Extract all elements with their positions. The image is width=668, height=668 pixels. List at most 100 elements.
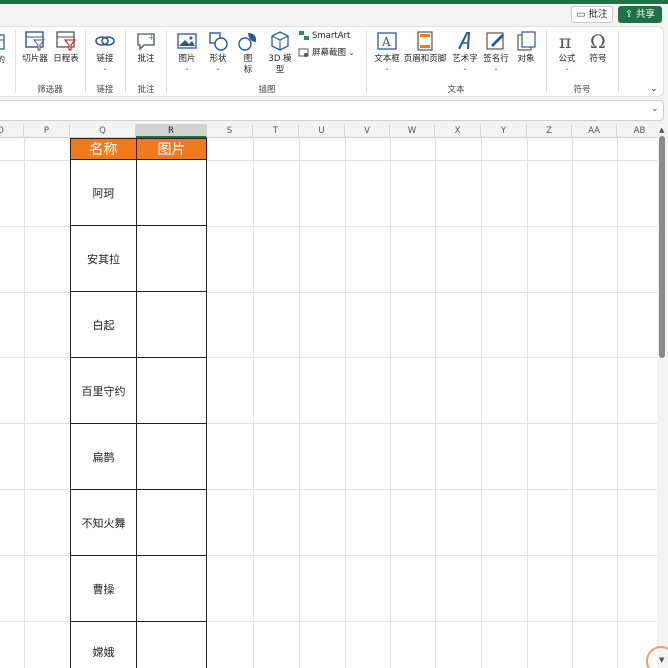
gridline bbox=[253, 138, 254, 668]
title-accent-bar bbox=[0, 0, 668, 4]
chevron-down-icon: ⌄ bbox=[564, 65, 570, 72]
worksheet-grid[interactable]: O P Q R S T U V W X Y Z AA AB 名称 图片 阿珂 安… bbox=[0, 124, 657, 668]
scrollbar-thumb[interactable] bbox=[659, 136, 665, 358]
partial-left-button[interactable]: 的 bbox=[0, 32, 6, 66]
ribbon-separator bbox=[85, 30, 86, 93]
smartart-label: SmartArt bbox=[312, 31, 351, 41]
excel-window: ▭ 批注 ⇪ 共享 的 切片器 日程表 筛选器 链接 ⌄ 链接 + 批注 批注 … bbox=[0, 0, 668, 668]
table-row-picture-cell[interactable] bbox=[136, 357, 207, 424]
timeline-icon bbox=[56, 31, 77, 51]
slicer-label: 切片器 bbox=[22, 54, 48, 64]
svg-text:A: A bbox=[381, 35, 391, 49]
slicer-icon bbox=[25, 31, 46, 51]
group-label-symbols: 符号 bbox=[573, 85, 591, 95]
comment-icon: ▭ bbox=[576, 9, 586, 20]
expand-formula-bar-icon[interactable]: ⌄ bbox=[651, 104, 659, 114]
smartart-button[interactable]: SmartArt bbox=[298, 30, 350, 42]
table-header-picture[interactable]: 图片 bbox=[136, 138, 207, 160]
table-row-name-cell[interactable]: 白起 bbox=[70, 291, 137, 358]
column-header[interactable]: AA bbox=[572, 124, 617, 138]
timeline-button[interactable]: 日程表 bbox=[51, 30, 81, 65]
column-header[interactable]: Y bbox=[481, 124, 527, 138]
comments-button-label: 批注 bbox=[588, 9, 608, 20]
wordart-label: 艺术字 bbox=[452, 54, 478, 64]
shapes-button[interactable]: 形状 ⌄ bbox=[204, 30, 232, 73]
screenshot-button[interactable]: 屏幕截图 ⌄ bbox=[298, 47, 355, 59]
icons-icon bbox=[238, 33, 257, 51]
signature-line-button[interactable]: 签名行 ⌄ bbox=[482, 30, 510, 73]
gridline bbox=[617, 138, 618, 668]
share-button[interactable]: ⇪ 共享 bbox=[618, 6, 662, 23]
shapes-icon bbox=[209, 32, 228, 51]
table-row-picture-cell[interactable] bbox=[136, 225, 207, 292]
picture-button[interactable]: 图片 ⌄ bbox=[174, 30, 200, 73]
icons-label-2: 标 bbox=[243, 65, 253, 75]
column-header[interactable]: O bbox=[0, 124, 24, 138]
table-row-name-cell[interactable]: 曹操 bbox=[70, 555, 137, 622]
column-header[interactable]: S bbox=[207, 124, 253, 138]
group-label-text: 文本 bbox=[447, 85, 465, 95]
link-button[interactable]: 链接 ⌄ bbox=[91, 30, 119, 73]
ribbon-separator bbox=[166, 30, 167, 93]
svg-text:Ω: Ω bbox=[590, 31, 606, 52]
table-row-picture-cell[interactable] bbox=[136, 423, 207, 490]
ribbon-separator bbox=[15, 30, 16, 93]
share-icon: ⇪ bbox=[624, 9, 633, 20]
table-row-name-cell[interactable]: 扁鹊 bbox=[70, 423, 137, 490]
column-header[interactable]: AB bbox=[617, 124, 657, 138]
gridline bbox=[299, 138, 300, 668]
vertical-scrollbar[interactable]: ▲ ▼ bbox=[657, 124, 668, 668]
ribbon-collapse-icon[interactable]: ⌄ bbox=[650, 84, 658, 95]
chevron-down-icon: ⌄ bbox=[184, 65, 190, 72]
icons-button[interactable]: 图 标 bbox=[237, 30, 259, 76]
3d-models-button[interactable]: 3D 模 型 bbox=[265, 30, 295, 76]
slicer-button[interactable]: 切片器 bbox=[20, 30, 50, 65]
table-row-name-cell[interactable]: 不知火舞 bbox=[70, 489, 137, 556]
header-footer-button[interactable]: 页眉和页脚 bbox=[403, 30, 447, 65]
column-header[interactable]: X bbox=[435, 124, 481, 138]
group-label-comments: 批注 bbox=[137, 85, 155, 95]
omega-icon: Ω bbox=[590, 31, 606, 52]
table-row-name-cell[interactable]: 嫦娥 bbox=[70, 621, 137, 668]
column-header[interactable]: Z bbox=[527, 124, 572, 138]
column-header-selected[interactable]: R bbox=[136, 124, 207, 138]
3d-models-label-1: 3D 模 bbox=[268, 54, 292, 64]
symbol-button[interactable]: Ω 符号 bbox=[585, 30, 611, 65]
textbox-button[interactable]: A 文本框 ⌄ bbox=[372, 30, 402, 73]
table-row-name-cell[interactable]: 阿珂 bbox=[70, 159, 137, 226]
wordart-icon bbox=[458, 32, 471, 50]
wordart-button[interactable]: 艺术字 ⌄ bbox=[450, 30, 480, 73]
table-row-picture-cell[interactable] bbox=[136, 621, 207, 668]
svg-text:+: + bbox=[148, 33, 155, 42]
table-row-picture-cell[interactable] bbox=[136, 159, 207, 226]
chevron-down-icon: ⌄ bbox=[493, 65, 499, 72]
chevron-down-icon: ⌄ bbox=[215, 65, 221, 72]
signature-icon bbox=[486, 32, 504, 50]
table-row-picture-cell[interactable] bbox=[136, 291, 207, 358]
comments-button[interactable]: ▭ 批注 bbox=[571, 6, 613, 23]
scroll-up-icon[interactable]: ▲ bbox=[659, 126, 664, 134]
insert-comment-button[interactable]: + 批注 bbox=[132, 30, 160, 65]
share-button-label: 共享 bbox=[635, 9, 655, 20]
formula-bar[interactable] bbox=[0, 100, 664, 121]
table-row-name-cell[interactable]: 安其拉 bbox=[70, 225, 137, 292]
column-header[interactable]: W bbox=[390, 124, 435, 138]
column-header[interactable]: V bbox=[345, 124, 390, 138]
signature-line-label: 签名行 bbox=[483, 54, 509, 64]
ribbon-separator bbox=[366, 30, 367, 93]
table-row-picture-cell[interactable] bbox=[136, 489, 207, 556]
column-header[interactable]: U bbox=[299, 124, 345, 138]
shapes-label: 形状 bbox=[209, 54, 227, 64]
column-header[interactable]: T bbox=[253, 124, 299, 138]
gridline bbox=[572, 138, 573, 668]
table-row-picture-cell[interactable] bbox=[136, 555, 207, 622]
column-header[interactable]: P bbox=[24, 124, 70, 138]
table-row-name-cell[interactable]: 百里守约 bbox=[70, 357, 137, 424]
equation-label: 公式 bbox=[558, 54, 576, 64]
gridline bbox=[345, 138, 346, 668]
equation-button[interactable]: π 公式 ⌄ bbox=[553, 30, 581, 73]
column-header[interactable]: Q bbox=[70, 124, 136, 138]
table-header-name[interactable]: 名称 bbox=[70, 138, 137, 160]
gridline bbox=[527, 138, 528, 668]
object-button[interactable]: 对象 bbox=[514, 30, 538, 65]
